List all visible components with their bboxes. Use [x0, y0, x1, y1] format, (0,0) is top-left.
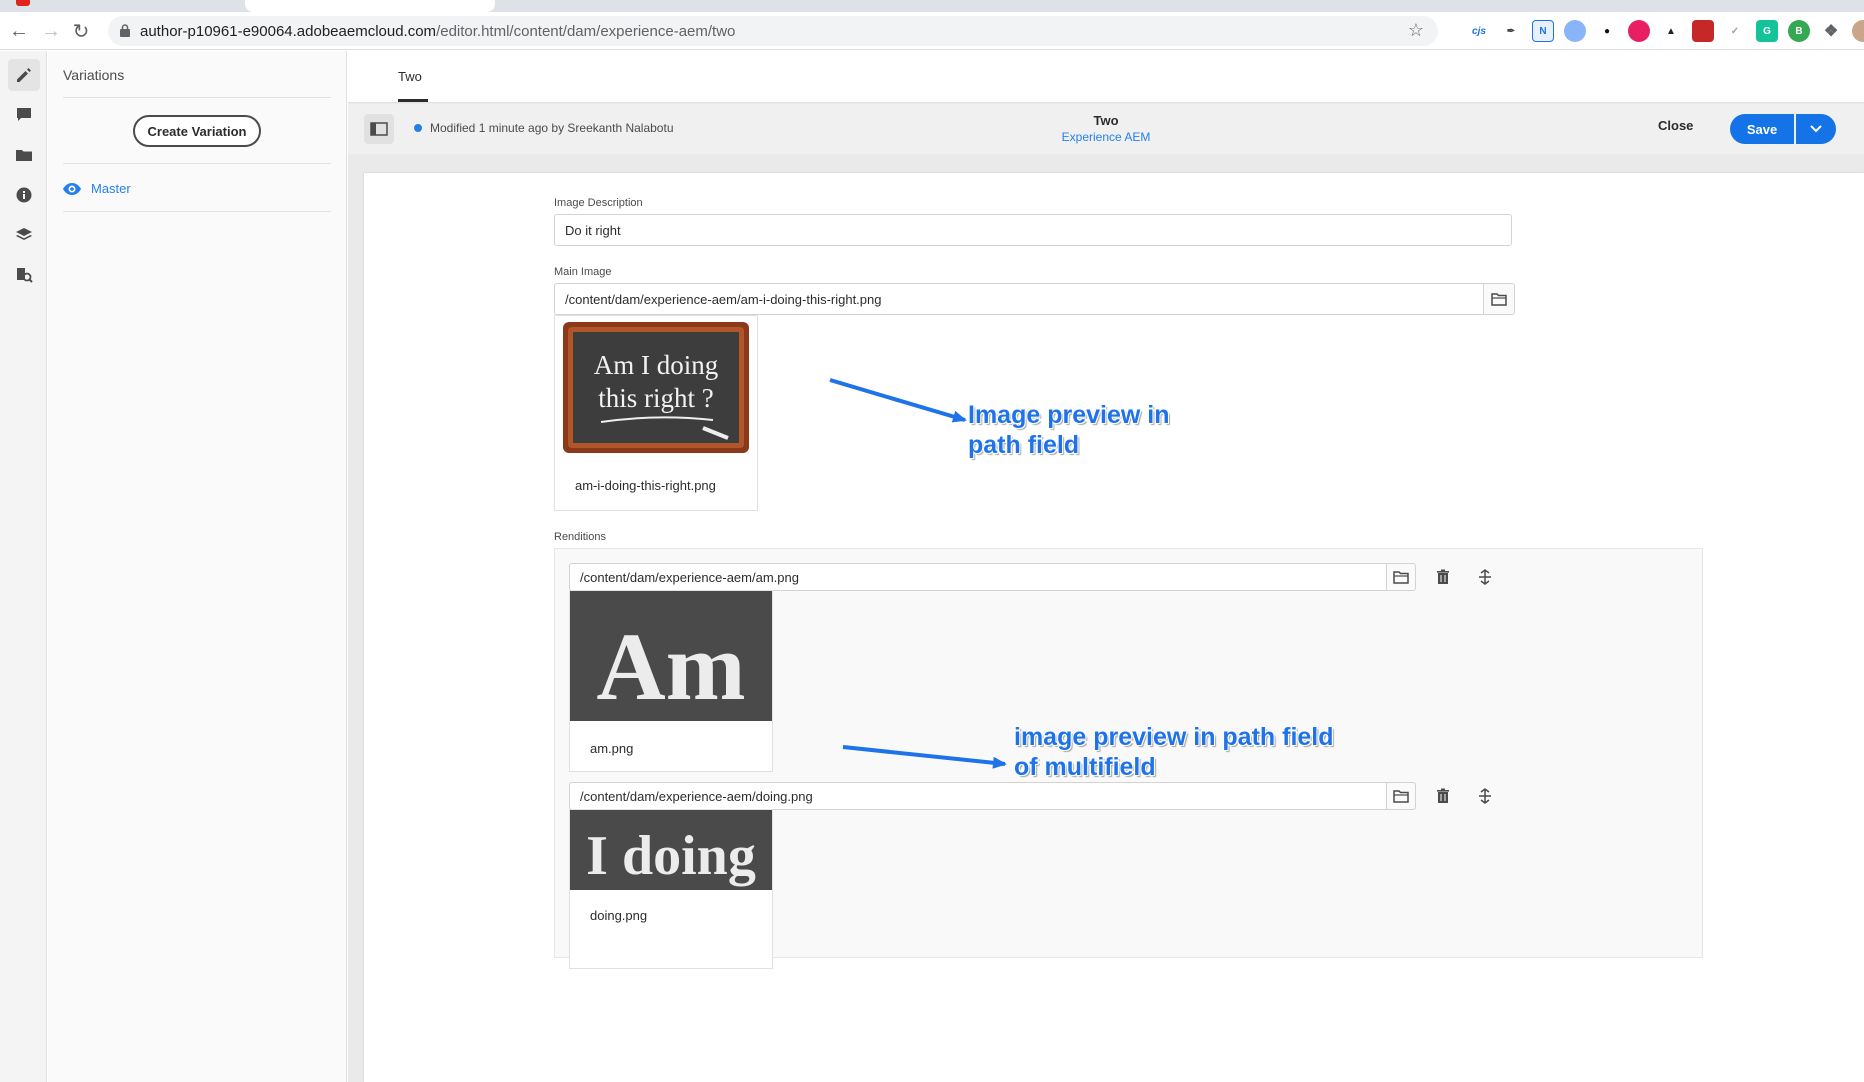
browser-toolbar: ← → ↻ author-p10961-e90064.adobeaemcloud…: [0, 12, 1864, 50]
reorder-drag-icon[interactable]: [1472, 564, 1498, 590]
target-extension-icon[interactable]: [1628, 20, 1650, 42]
document-model-link[interactable]: Experience AEM: [348, 130, 1864, 144]
reorder-drag-icon[interactable]: [1472, 783, 1498, 809]
browse-folder-icon[interactable]: [1483, 283, 1515, 315]
profile-avatar[interactable]: [1852, 20, 1864, 42]
main-image-path-input[interactable]: /content/dam/experience-aem/am-i-doing-t…: [554, 283, 1484, 315]
browser-active-tab[interactable]: [245, 0, 495, 12]
tab-selected-indicator: [398, 99, 428, 102]
browse-folder-icon[interactable]: [1386, 782, 1416, 810]
main-image-file-name: am-i-doing-this-right.png: [575, 478, 716, 493]
variations-title: Variations: [63, 67, 125, 83]
rendition-path-input[interactable]: /content/dam/experience-aem/am.png: [569, 563, 1387, 591]
comment-icon[interactable]: [8, 99, 40, 131]
annotation-line: image preview in path field: [1014, 723, 1334, 751]
delete-trash-icon[interactable]: [1430, 564, 1456, 590]
opera-extension-icon[interactable]: [1564, 20, 1586, 42]
annotation-line: path field: [968, 431, 1080, 459]
annotation-line: Image preview in: [968, 401, 1170, 429]
b-extension-icon[interactable]: B: [1788, 20, 1810, 42]
browse-folder-icon[interactable]: [1386, 563, 1416, 591]
save-options-chevron-icon[interactable]: [1796, 114, 1836, 144]
extension-icons: cjs ✒ N ● ▲ ✓ G B ❖: [1468, 20, 1864, 42]
annotation-callout: image preview in path field of multifiel…: [1014, 722, 1334, 782]
left-rail: [0, 51, 47, 1082]
url-text: author-p10961-e90064.adobeaemcloud.com/e…: [140, 23, 735, 40]
lock-icon: [120, 24, 130, 37]
main-image-thumbnail: Am I doing this right ?: [563, 322, 749, 453]
pen-extension-icon[interactable]: ✒: [1500, 20, 1522, 42]
document-title: Two: [1093, 113, 1119, 128]
rendition-path-input[interactable]: /content/dam/experience-aem/doing.png: [569, 782, 1387, 810]
main-image-label: Main Image: [554, 266, 612, 278]
reload-icon[interactable]: ↻: [68, 18, 94, 44]
eye-icon: [63, 182, 81, 195]
address-bar[interactable]: author-p10961-e90064.adobeaemcloud.com/e…: [108, 16, 1438, 46]
editor-tabbar: Two: [348, 51, 1864, 103]
cjs-extension-icon[interactable]: cjs: [1468, 20, 1490, 42]
thumbnail-text: I doing: [586, 825, 756, 887]
browser-tabstrip: [0, 0, 1864, 12]
edit-pencil-icon[interactable]: [8, 59, 40, 91]
image-description-label: Image Description: [554, 197, 643, 209]
url-host: author-p10961-e90064.adobeaemcloud.com: [140, 23, 437, 40]
thumbnail-text: Am: [596, 613, 745, 720]
info-icon[interactable]: [8, 179, 40, 211]
warning-extension-icon[interactable]: ▲: [1660, 20, 1682, 42]
rendition-preview-card: Am am.png: [569, 590, 773, 772]
rendition-file-name: doing.png: [590, 908, 648, 923]
thumbnail-text-line2: this right ?: [598, 383, 714, 413]
back-icon[interactable]: ←: [6, 18, 32, 44]
puzzle-extension-icon[interactable]: ❖: [1820, 20, 1842, 42]
references-search-icon[interactable]: [8, 259, 40, 291]
delete-trash-icon[interactable]: [1430, 783, 1456, 809]
image-description-input[interactable]: Do it right: [554, 214, 1512, 246]
variation-master[interactable]: Master: [63, 181, 131, 196]
close-button[interactable]: Close: [1658, 118, 1693, 133]
annotation-line: of multifield: [1014, 753, 1156, 781]
folder-icon[interactable]: [8, 139, 40, 171]
forward-icon[interactable]: →: [38, 18, 64, 44]
spy-extension-icon[interactable]: ●: [1596, 20, 1618, 42]
rendition-thumbnail: I doing: [570, 810, 772, 890]
browser-tab-favicon[interactable]: [16, 0, 30, 6]
rendition-file-name: am.png: [590, 741, 634, 756]
master-label: Master: [91, 181, 131, 196]
annotation-callout: Image preview in path field: [968, 400, 1169, 460]
divider: [63, 163, 331, 164]
save-button[interactable]: Save: [1730, 114, 1794, 144]
n-extension-icon[interactable]: N: [1532, 20, 1554, 42]
tab-two[interactable]: Two: [398, 69, 422, 84]
thumbnail-text-line1: Am I doing: [594, 350, 719, 380]
url-path: /editor.html/content/dam/experience-aem/…: [436, 23, 736, 40]
layers-icon[interactable]: [8, 219, 40, 251]
editor-actionbar: Modified 1 minute ago by Sreekanth Nalab…: [348, 104, 1864, 154]
rendition-preview-card: I doing doing.png: [569, 809, 773, 969]
content-fragment-form: Image Description Do it right Main Image…: [364, 173, 1864, 1082]
divider: [63, 97, 331, 98]
red-extension-icon[interactable]: [1692, 20, 1714, 42]
grammarly-extension-icon[interactable]: G: [1756, 20, 1778, 42]
bookmark-star-icon[interactable]: ☆: [1408, 20, 1424, 41]
check-extension-icon[interactable]: ✓: [1724, 20, 1746, 42]
divider: [63, 211, 331, 212]
renditions-label: Renditions: [554, 531, 606, 543]
main-image-preview-card: Am I doing this right ? am-i-doing-this-…: [554, 315, 758, 511]
editor-main: Two Modified 1 minute ago by Sreekanth N…: [348, 51, 1864, 1082]
variations-panel: Variations Create Variation Master: [48, 51, 347, 1082]
rendition-thumbnail: Am: [570, 591, 772, 721]
create-variation-button[interactable]: Create Variation: [133, 115, 261, 147]
